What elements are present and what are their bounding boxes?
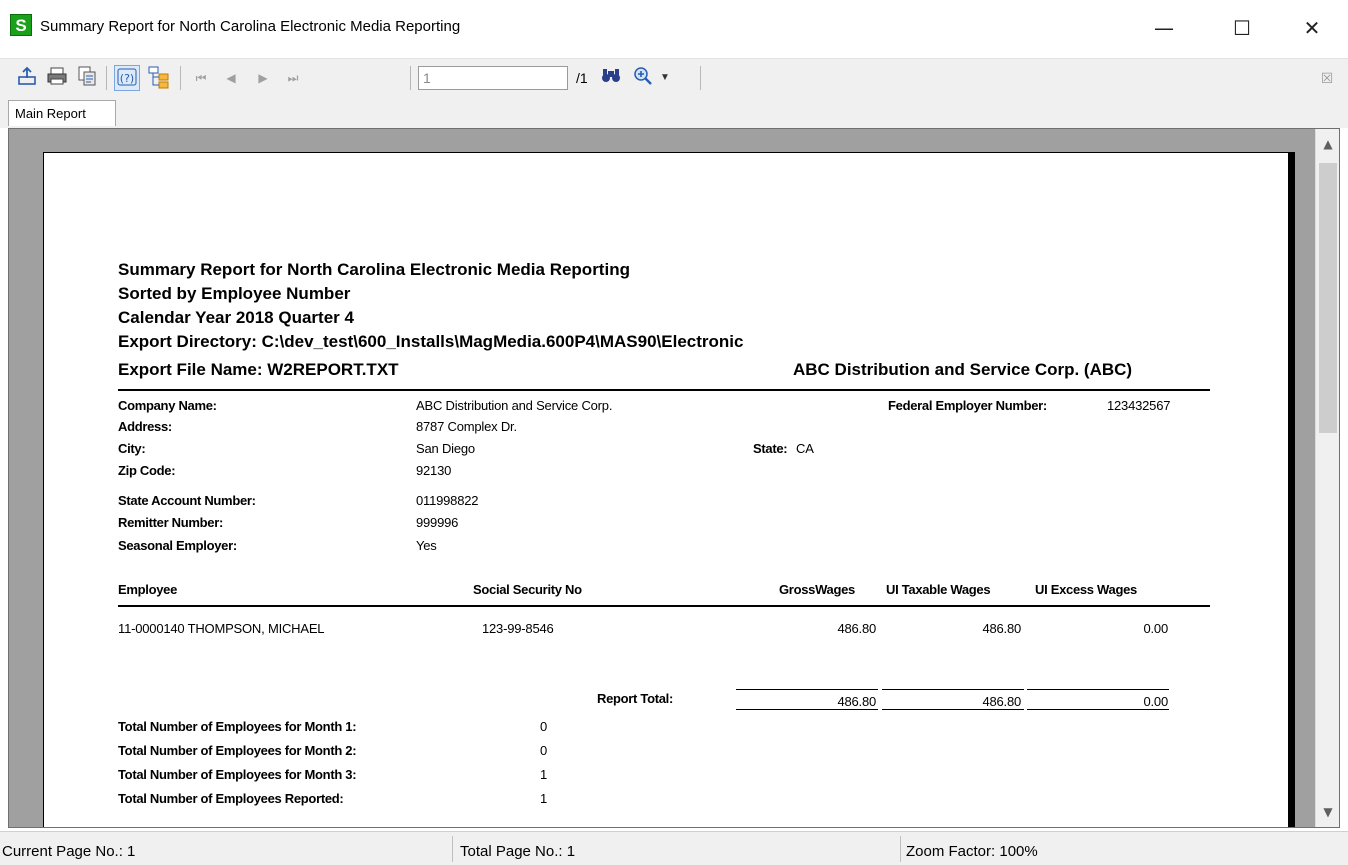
federal-employer-label: Federal Employer Number: xyxy=(888,398,1047,413)
previous-page-icon[interactable]: ◀ xyxy=(218,65,244,91)
city-value: San Diego xyxy=(416,441,475,456)
report-toolbar: (?) ⏮ ◀ ▶ ⏭ 1 /1 ▼ ☒ xyxy=(0,58,1348,96)
total-under-rule-ui-excess xyxy=(1027,709,1169,710)
report-export-directory: Export Directory: C:\dev_test\600_Instal… xyxy=(118,332,744,351)
first-page-icon[interactable]: ⏮ xyxy=(188,65,214,91)
scroll-down-icon[interactable]: ▼ xyxy=(1316,801,1339,823)
address-label: Address: xyxy=(118,419,172,434)
state-account-value: 011998822 xyxy=(416,493,479,508)
status-current-page: Current Page No.: 1 xyxy=(2,843,136,860)
close-button[interactable]: ✕ xyxy=(1292,8,1332,48)
toolbar-separator xyxy=(410,66,411,90)
report-viewport: Summary Report for North Carolina Electr… xyxy=(8,128,1340,828)
count-reported-label: Total Number of Employees Reported: xyxy=(118,791,344,806)
zoom-dropdown-icon[interactable]: ▼ xyxy=(652,65,678,91)
last-page-icon[interactable]: ⏭ xyxy=(280,65,306,91)
count-month-1-label: Total Number of Employees for Month 1: xyxy=(118,719,357,734)
report-total-gross: 486.80 xyxy=(837,694,876,709)
page-total-label: /1 xyxy=(576,70,588,86)
federal-employer-value: 123432567 xyxy=(1107,398,1171,413)
page-number-input[interactable]: 1 xyxy=(418,66,568,90)
next-page-icon[interactable]: ▶ xyxy=(250,65,276,91)
report-total-ui-taxable: 486.80 xyxy=(982,694,1021,709)
ui-taxable-wages-cell: 486.80 xyxy=(982,621,1021,636)
scroll-up-icon[interactable]: ▲ xyxy=(1316,133,1339,155)
column-header-employee: Employee xyxy=(118,582,178,597)
scroll-thumb[interactable] xyxy=(1319,163,1337,433)
ui-excess-wages-cell: 0.00 xyxy=(1143,621,1168,636)
help-icon[interactable]: (?) xyxy=(114,65,140,91)
city-label: City: xyxy=(118,441,146,456)
window-title-bar: S Summary Report for North Carolina Elec… xyxy=(0,0,1348,58)
print-icon[interactable] xyxy=(44,65,70,91)
tab-main-report[interactable]: Main Report xyxy=(8,100,116,126)
copy-icon[interactable] xyxy=(74,65,100,91)
status-bar: Current Page No.: 1 Total Page No.: 1 Zo… xyxy=(0,831,1348,865)
minimize-button[interactable]: — xyxy=(1144,8,1184,48)
count-month-2-value: 0 xyxy=(540,743,548,758)
column-header-ssn: Social Security No xyxy=(473,582,582,597)
report-export-file: Export File Name: W2REPORT.TXT xyxy=(118,360,399,379)
state-value: CA xyxy=(796,441,814,456)
remitter-number-label: Remitter Number: xyxy=(118,515,223,530)
zip-code-value: 92130 xyxy=(416,463,452,478)
employee-cell: 11-0000140 THOMPSON, MICHAEL xyxy=(118,621,325,636)
window-title: Summary Report for North Carolina Electr… xyxy=(40,18,461,35)
report-sort-line: Sorted by Employee Number xyxy=(118,284,351,303)
total-rule-ui-taxable xyxy=(882,689,1024,690)
company-name-value: ABC Distribution and Service Corp. xyxy=(416,398,613,413)
toolbar-separator xyxy=(180,66,181,90)
close-panel-icon[interactable]: ☒ xyxy=(1314,65,1340,91)
zip-code-label: Zip Code: xyxy=(118,463,176,478)
status-total-page: Total Page No.: 1 xyxy=(460,843,576,860)
group-tree-icon[interactable] xyxy=(146,65,172,91)
seasonal-employer-value: Yes xyxy=(416,538,437,553)
report-company-header: ABC Distribution and Service Corp. (ABC) xyxy=(793,360,1133,379)
seasonal-employer-label: Seasonal Employer: xyxy=(118,538,237,553)
count-month-2-label: Total Number of Employees for Month 2: xyxy=(118,743,357,758)
state-label: State: xyxy=(753,441,788,456)
ssn-cell: 123-99-8546 xyxy=(482,621,554,636)
state-account-label: State Account Number: xyxy=(118,493,256,508)
find-icon[interactable] xyxy=(598,65,624,91)
total-under-rule-ui-taxable xyxy=(882,709,1024,710)
count-month-1-value: 0 xyxy=(540,719,548,734)
column-header-gross-wages: GrossWages xyxy=(779,582,855,597)
report-title: Summary Report for North Carolina Electr… xyxy=(118,260,630,279)
report-page: Summary Report for North Carolina Electr… xyxy=(43,152,1289,827)
export-icon[interactable] xyxy=(14,65,40,91)
column-header-ui-taxable-wages: UI Taxable Wages xyxy=(886,582,991,597)
report-period-line: Calendar Year 2018 Quarter 4 xyxy=(118,308,354,327)
status-zoom-factor: Zoom Factor: 100% xyxy=(906,843,1038,860)
count-month-3-label: Total Number of Employees for Month 3: xyxy=(118,767,357,782)
gross-wages-cell: 486.80 xyxy=(837,621,876,636)
count-reported-value: 1 xyxy=(540,791,548,806)
toolbar-separator xyxy=(106,66,107,90)
report-total-label: Report Total: xyxy=(597,691,674,706)
count-month-3-value: 1 xyxy=(540,767,548,782)
app-icon: S xyxy=(10,14,32,36)
address-value: 8787 Complex Dr. xyxy=(416,419,517,434)
total-under-rule-gross xyxy=(736,709,878,710)
column-header-rule xyxy=(118,605,1210,607)
total-rule-ui-excess xyxy=(1027,689,1169,690)
status-separator xyxy=(900,836,901,862)
remitter-number-value: 999996 xyxy=(416,515,459,530)
company-name-label: Company Name: xyxy=(118,398,217,413)
svg-text:(?): (?) xyxy=(120,72,134,85)
total-rule-gross xyxy=(736,689,878,690)
maximize-button[interactable]: ☐ xyxy=(1222,8,1262,48)
header-rule xyxy=(118,389,1210,391)
column-header-ui-excess-wages: UI Excess Wages xyxy=(1035,582,1137,597)
toolbar-separator xyxy=(700,66,701,90)
status-separator xyxy=(452,836,453,862)
vertical-scrollbar[interactable]: ▲ ▼ xyxy=(1315,129,1339,827)
report-total-ui-excess: 0.00 xyxy=(1143,694,1168,709)
report-tab-strip: Main Report xyxy=(0,96,1348,128)
